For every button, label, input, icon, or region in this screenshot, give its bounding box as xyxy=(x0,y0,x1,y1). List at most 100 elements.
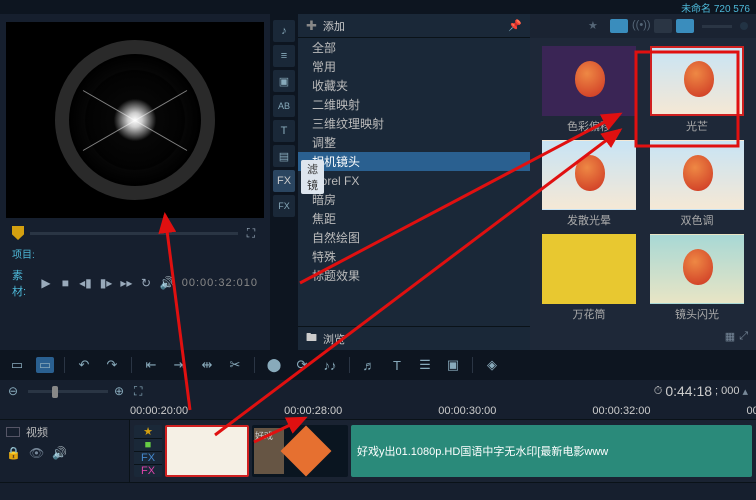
stop-icon[interactable]: ■ xyxy=(60,276,71,290)
subtitle-icon[interactable]: T xyxy=(388,357,406,373)
tracks-icon[interactable]: ☰ xyxy=(416,357,434,373)
browse-row[interactable]: 🖿 浏览 xyxy=(298,326,530,350)
effect-label: 镜头闪光 xyxy=(675,306,719,322)
track-lock-icon[interactable]: 🔒 xyxy=(6,446,21,460)
category-item[interactable]: 暗房 xyxy=(298,190,530,209)
tool-ab-icon[interactable]: AB xyxy=(273,95,295,117)
track-content[interactable]: ★■FXFX 好戏 好戏y出01.1080p.HD国语中字无水印[最新电影www xyxy=(130,420,756,482)
timeline-view-icon[interactable]: ▭ xyxy=(36,357,54,373)
time-ruler[interactable]: 00:00:20:0000:00:28:0000:00:30:0000:00:3… xyxy=(0,402,756,420)
category-item[interactable]: 标题效果 xyxy=(298,266,530,285)
timeline-toolbar: ▭ ▭ ↶ ↷ ⇤ ⇥ ⇹ ✂ ⬤ ⟳ ♪♪ ♬ T ☰ ▣ ◈ xyxy=(0,350,756,380)
playhead-marker[interactable] xyxy=(12,226,24,240)
material-tab[interactable]: 素材: xyxy=(12,267,32,299)
tool-camera-icon[interactable]: ▣ xyxy=(273,70,295,92)
tool-music-icon[interactable]: ♪ xyxy=(273,20,295,42)
next-frame-icon[interactable]: ▮▸ xyxy=(100,276,113,290)
view-grid-icon[interactable] xyxy=(610,19,628,33)
loop-icon[interactable]: ↻ xyxy=(140,276,151,290)
effect-thumbnail xyxy=(650,234,744,304)
main-video-clip[interactable]: 好戏y出01.1080p.HD国语中字无水印[最新电影www xyxy=(351,425,752,477)
effect-item[interactable]: 万花筒 xyxy=(538,234,640,322)
tool-overlay-icon[interactable]: ▤ xyxy=(273,145,295,167)
pin-icon[interactable]: 📌 xyxy=(508,19,522,32)
category-item[interactable]: 常用 xyxy=(298,57,530,76)
fullscreen-icon[interactable]: ⛶ xyxy=(244,226,258,240)
track-visible-icon[interactable]: 👁 xyxy=(29,446,44,460)
view-single-icon[interactable] xyxy=(676,19,694,33)
project-name-label: 未命名 720 576 xyxy=(681,0,750,15)
transition-diamond-icon xyxy=(281,426,332,477)
ruler-mark: 00:00:20:00 xyxy=(130,405,188,417)
add-category-row[interactable]: ✚ 添加 📌 xyxy=(298,14,530,38)
track-mute-icon[interactable]: 🔊 xyxy=(52,446,67,460)
category-item[interactable]: 收藏夹 xyxy=(298,76,530,95)
preview-scrubber[interactable] xyxy=(30,232,238,235)
slider-knob[interactable] xyxy=(740,22,748,30)
zoom-slider[interactable] xyxy=(28,390,108,393)
category-item[interactable]: 自然绘图 xyxy=(298,228,530,247)
effect-item[interactable]: 色彩偏移 xyxy=(538,46,640,134)
category-item[interactable]: 全部 xyxy=(298,38,530,57)
undo-icon[interactable]: ↶ xyxy=(75,357,93,373)
prev-frame-icon[interactable]: ◂▮ xyxy=(79,276,92,290)
effect-thumbnail xyxy=(650,140,744,210)
chapter-icon[interactable]: ▣ xyxy=(444,357,462,373)
category-item[interactable]: 相机镜头 xyxy=(298,152,530,171)
zoom-fit-project-icon[interactable]: ⛶ xyxy=(134,384,148,398)
preview-viewport[interactable] xyxy=(6,22,264,218)
mark-in-icon[interactable]: ⇤ xyxy=(142,357,160,373)
volume-icon[interactable]: 🔊 xyxy=(160,276,174,290)
gallery-zoom-icon[interactable]: ⤢ xyxy=(739,330,748,350)
effect-item[interactable]: 镜头闪光 xyxy=(646,234,748,322)
tool-fx2-icon[interactable]: FX xyxy=(273,195,295,217)
3d-icon[interactable]: ◈ xyxy=(483,357,501,373)
skip-fwd-icon[interactable]: ▸▸ xyxy=(120,276,132,290)
tool-fx-icon[interactable]: FX 滤镜 xyxy=(273,170,295,192)
category-item[interactable]: 调整 xyxy=(298,133,530,152)
ruler-mark: 00:00:30:00 xyxy=(438,405,496,417)
split-icon[interactable]: ✂ xyxy=(226,357,244,373)
audio-mix-icon[interactable]: ♪♪ xyxy=(321,357,339,373)
storyboard-view-icon[interactable]: ▭ xyxy=(8,357,26,373)
ripple-icon[interactable]: ⟳ xyxy=(293,357,311,373)
effect-label: 色彩偏移 xyxy=(567,118,611,134)
timeline-timecode: ⏱ 0:44:18;000 ▴ xyxy=(654,383,748,399)
effect-item[interactable]: 双色调 xyxy=(646,140,748,228)
effect-item[interactable]: 发散光晕 xyxy=(538,140,640,228)
category-item[interactable]: 特殊 xyxy=(298,247,530,266)
zoom-in-icon[interactable]: ⊕ xyxy=(114,384,128,398)
redo-icon[interactable]: ↷ xyxy=(103,357,121,373)
effect-label: 双色调 xyxy=(681,212,714,228)
category-item[interactable]: Corel FX xyxy=(298,171,530,190)
fav-icon[interactable]: ★ xyxy=(588,19,606,33)
transition-clip[interactable]: 好戏 xyxy=(252,425,348,477)
category-item[interactable]: 三维纹理映射 xyxy=(298,114,530,133)
view-list-icon[interactable] xyxy=(654,19,672,33)
selected-clip[interactable] xyxy=(165,425,249,477)
fx-toolbar: ★ ((•)) xyxy=(530,14,756,38)
tool-list-icon[interactable]: ≡ xyxy=(273,45,295,67)
project-tab[interactable]: 项目: xyxy=(12,246,35,261)
play-button[interactable]: ▶ xyxy=(40,276,51,290)
gallery-expand-icon[interactable]: ▦ xyxy=(725,330,735,350)
effect-thumbnail xyxy=(542,234,636,304)
fx-stack-clip[interactable]: ★■FXFX xyxy=(134,425,162,477)
ruler-mark: 00:00:32:00 xyxy=(592,405,650,417)
view-wave-icon[interactable]: ((•)) xyxy=(632,19,650,33)
zoom-fit-icon[interactable]: ⇹ xyxy=(198,357,216,373)
auto-music-icon[interactable]: ♬ xyxy=(360,357,378,373)
zoom-out-icon[interactable]: ⊖ xyxy=(8,384,22,398)
effect-item[interactable]: 光芒 xyxy=(646,46,748,134)
size-slider[interactable] xyxy=(702,25,732,28)
track-toggle-icon[interactable] xyxy=(6,427,20,437)
category-item[interactable]: 二维映射 xyxy=(298,95,530,114)
add-label: 添加 xyxy=(323,18,345,34)
mark-out-icon[interactable]: ⇥ xyxy=(170,357,188,373)
track-spacer xyxy=(0,482,756,500)
tool-text-icon[interactable]: T xyxy=(273,120,295,142)
record-icon[interactable]: ⬤ xyxy=(265,357,283,373)
effect-thumbnail xyxy=(542,140,636,210)
category-item[interactable]: 焦距 xyxy=(298,209,530,228)
fx-tooltip: 滤镜 xyxy=(301,160,324,194)
